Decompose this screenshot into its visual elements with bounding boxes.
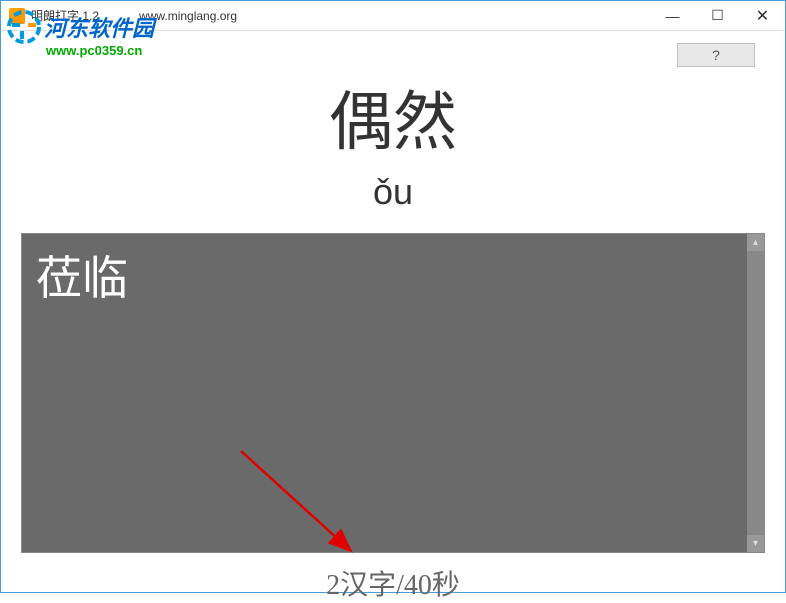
- maximize-button[interactable]: ☐: [695, 1, 740, 30]
- scrollbar[interactable]: ▴ ▾: [747, 234, 764, 552]
- typed-text: 莅临: [22, 234, 764, 316]
- target-word: 偶然: [1, 71, 785, 163]
- close-button[interactable]: ✕: [740, 1, 785, 30]
- scrollbar-down-icon[interactable]: ▾: [747, 535, 764, 552]
- typing-input-area[interactable]: 莅临 ▴ ▾: [21, 233, 765, 553]
- app-icon: [9, 8, 25, 24]
- pinyin-hint: ǒu: [1, 171, 785, 213]
- window-controls: — ☐ ✕: [650, 1, 785, 30]
- main-content: 偶然 ǒu 莅临 ▴ ▾ 2汉字/40秒: [1, 31, 785, 603]
- help-button[interactable]: ?: [677, 43, 755, 67]
- app-title: 明朗打字 1.2: [31, 7, 99, 24]
- status-bar: 2汉字/40秒: [1, 563, 785, 603]
- help-button-label: ?: [712, 47, 720, 63]
- minimize-button[interactable]: —: [650, 1, 695, 30]
- titlebar-url: www.minglang.org: [139, 9, 237, 23]
- titlebar: 明朗打字 1.2 www.minglang.org — ☐ ✕: [1, 1, 785, 31]
- scrollbar-up-icon[interactable]: ▴: [747, 234, 764, 251]
